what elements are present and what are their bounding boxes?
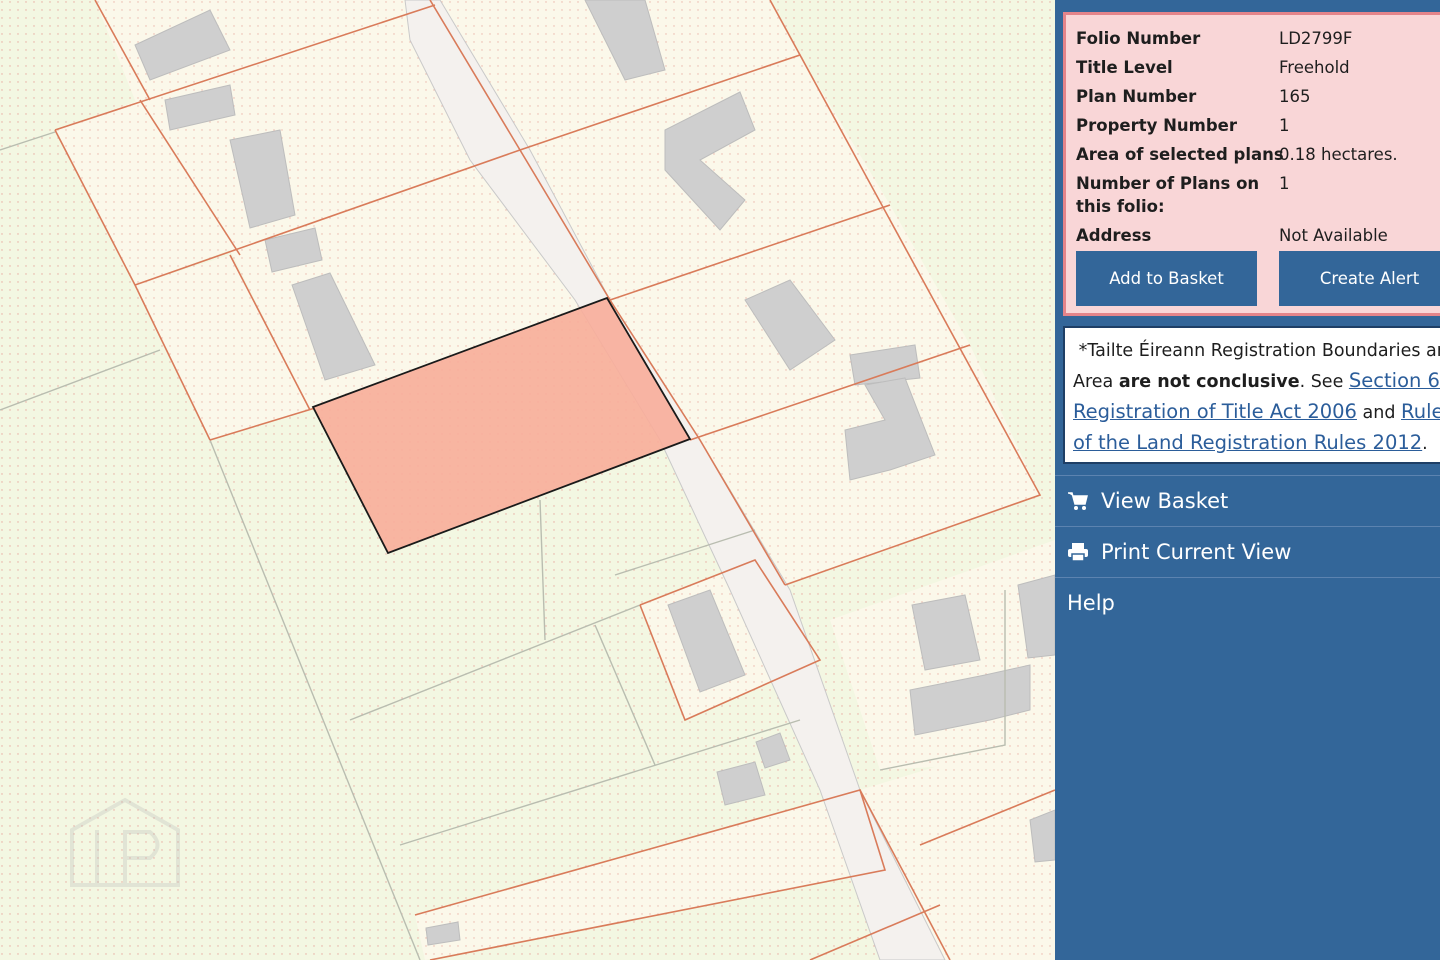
rule-link[interactable]: Rule (1401, 400, 1440, 423)
notice-text-3: . See (1299, 372, 1349, 392)
land-registration-rules-link[interactable]: of the Land Registration Rules 2012 (1073, 431, 1422, 454)
registration-act-link[interactable]: Registration of Title Act 2006 (1073, 400, 1357, 423)
section-62-link[interactable]: Section 62( (1349, 369, 1440, 392)
property-number-label: Property Number (1076, 116, 1237, 135)
property-number-value: 1 (1279, 116, 1290, 135)
help-menu-item[interactable]: Help (1055, 577, 1440, 627)
area-label: Area of selected plans (1076, 145, 1284, 164)
notice-line-3: Registration of Title Act 2006 and Rule (1073, 397, 1440, 428)
notice-period: . (1422, 434, 1428, 454)
area-value: 0.18 hectares. (1279, 145, 1398, 164)
plans-count-value: 1 (1279, 174, 1290, 193)
cart-icon (1055, 491, 1101, 511)
title-level-value: Freehold (1279, 58, 1350, 77)
notice-bold: are not conclusive (1118, 372, 1300, 392)
notice-text-1: *Tailte Éireann Registration Boundaries … (1078, 341, 1440, 361)
address-label: Address (1076, 226, 1152, 245)
printer-icon (1055, 542, 1101, 562)
notice-line-2: Area are not conclusive. See Section 62( (1073, 366, 1440, 397)
help-label: Help (1067, 590, 1115, 615)
map-view[interactable] (0, 0, 1055, 960)
add-to-basket-button[interactable]: Add to Basket (1076, 251, 1257, 306)
create-alert-button[interactable]: Create Alert (1279, 251, 1440, 306)
view-basket-label: View Basket (1101, 488, 1229, 513)
side-panel: Folio Number LD2799F Title Level Freehol… (1055, 0, 1440, 960)
plans-count-label: Number of Plans on (1076, 174, 1260, 193)
notice-line-1: *Tailte Éireann Registration Boundaries … (1073, 336, 1440, 366)
notice-line-4: of the Land Registration Rules 2012. (1073, 428, 1440, 459)
print-view-label: Print Current View (1101, 539, 1292, 564)
view-basket-menu-item[interactable]: View Basket (1055, 475, 1440, 525)
print-view-menu-item[interactable]: Print Current View (1055, 526, 1440, 576)
plan-number-label: Plan Number (1076, 87, 1197, 106)
plan-number-value: 165 (1279, 87, 1311, 106)
notice-text-2: Area (1073, 372, 1119, 392)
notice-and: and (1356, 403, 1402, 423)
folio-info-card: Folio Number LD2799F Title Level Freehol… (1063, 12, 1440, 316)
folio-number-value: LD2799F (1279, 29, 1353, 48)
map-canvas[interactable] (0, 0, 1055, 960)
address-value: Not Available (1279, 226, 1388, 245)
disclaimer-notice: *Tailte Éireann Registration Boundaries … (1063, 326, 1440, 464)
title-level-label: Title Level (1076, 58, 1173, 77)
plans-count-label-cont: this folio: (1076, 197, 1165, 216)
folio-number-label: Folio Number (1076, 29, 1201, 48)
